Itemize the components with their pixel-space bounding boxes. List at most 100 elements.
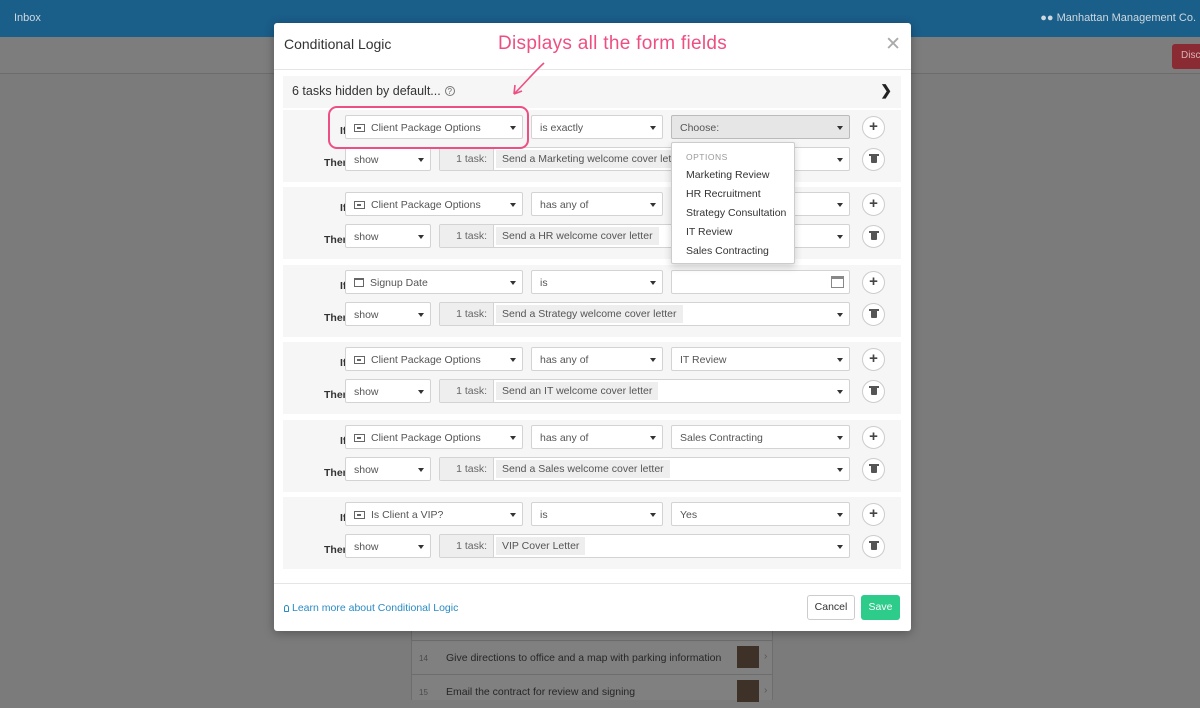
form-field-icon [354, 511, 365, 519]
add-condition-button[interactable]: + [862, 116, 885, 139]
dropdown-option[interactable]: Sales Contracting [686, 245, 769, 257]
chevron-right-icon: › [764, 685, 768, 696]
close-icon[interactable]: ✕ [885, 33, 901, 56]
add-condition-button[interactable]: + [862, 193, 885, 216]
rule-row: If Client Package Options has any of + Then s… [283, 187, 901, 259]
action-select[interactable]: show [345, 534, 431, 558]
dropdown-option[interactable]: HR Recruitment [686, 188, 761, 200]
task-tag: Send a HR welcome cover letter [496, 227, 659, 245]
divider [274, 583, 911, 584]
chevron-down-icon [650, 281, 656, 285]
chevron-down-icon [837, 313, 843, 317]
task-select[interactable]: 1 task: Send an IT welcome cover letter [439, 379, 850, 403]
chevron-down-icon [418, 468, 424, 472]
condition-value-select[interactable]: Sales Contracting [671, 425, 850, 449]
form-field-icon [354, 434, 365, 442]
avatar [737, 680, 759, 702]
operator-select[interactable]: has any of [531, 347, 663, 371]
list-item[interactable]: 14 Give directions to office and a map w… [412, 640, 772, 674]
form-field-icon [354, 356, 365, 364]
condition-value-select[interactable]: Yes [671, 502, 850, 526]
action-select[interactable]: show [345, 379, 431, 403]
rule-row: If Client Package Options has any of IT Rev… [283, 342, 901, 414]
operator-select[interactable]: has any of [531, 425, 663, 449]
help-icon[interactable]: ? [444, 86, 455, 96]
chevron-down-icon [510, 281, 516, 285]
operator-select[interactable]: is [531, 502, 663, 526]
operator-select[interactable]: is exactly [531, 115, 663, 139]
organization-name: Manhattan Management Co. [1056, 12, 1196, 24]
task-select[interactable]: 1 task: VIP Cover Letter [439, 534, 850, 558]
task-select[interactable]: 1 task: Send a Sales welcome cover letter [439, 457, 850, 481]
calendar-icon [831, 276, 844, 288]
save-button[interactable]: Save [861, 595, 900, 620]
action-select[interactable]: show [345, 302, 431, 326]
delete-rule-button[interactable] [862, 380, 885, 403]
chevron-down-icon [837, 126, 843, 130]
chevron-right-icon[interactable]: ❯ [880, 82, 892, 99]
chevron-down-icon [837, 468, 843, 472]
chevron-down-icon [510, 203, 516, 207]
dropdown-option[interactable]: Marketing Review [686, 169, 769, 181]
delete-rule-button[interactable] [862, 535, 885, 558]
task-tag: Send a Sales welcome cover letter [496, 460, 670, 478]
task-count: 1 task: [440, 148, 494, 170]
chevron-down-icon [650, 513, 656, 517]
corner-button[interactable]: Disc [1172, 44, 1200, 69]
rule-row: If Client Package Options has any of Sales … [283, 420, 901, 492]
add-condition-button[interactable]: + [862, 503, 885, 526]
row-number: 15 [419, 688, 428, 697]
task-tag: Send a Strategy welcome cover letter [496, 305, 683, 323]
action-select[interactable]: show [345, 457, 431, 481]
task-count: 1 task: [440, 225, 494, 247]
dropdown-option[interactable]: IT Review [686, 226, 733, 238]
field-select[interactable]: Client Package Options [345, 347, 523, 371]
cancel-button[interactable]: Cancel [807, 595, 855, 620]
condition-value-select[interactable]: Choose: [671, 115, 850, 139]
action-select[interactable]: show [345, 224, 431, 248]
list-item[interactable]: 15 Email the contract for review and sig… [412, 674, 772, 708]
delete-rule-button[interactable] [862, 303, 885, 326]
chevron-down-icon [650, 126, 656, 130]
task-count: 1 task: [440, 458, 494, 480]
action-select[interactable]: show [345, 147, 431, 171]
operator-select[interactable]: has any of [531, 192, 663, 216]
learn-more-link[interactable]: Learn more about Conditional Logic [284, 602, 458, 614]
dropdown-option[interactable]: Strategy Consultation [686, 207, 786, 219]
delete-rule-button[interactable] [862, 458, 885, 481]
delete-rule-button[interactable] [862, 148, 885, 171]
row-text: Email the contract for review and signin… [446, 686, 636, 698]
hidden-tasks-bar[interactable]: 6 tasks hidden by default...? ❯ [283, 76, 901, 108]
operator-select[interactable]: is [531, 270, 663, 294]
chevron-down-icon [650, 436, 656, 440]
field-select[interactable]: Client Package Options [345, 192, 523, 216]
calendar-icon [354, 278, 364, 287]
organization-menu[interactable]: ●● Manhattan Management Co. [1040, 12, 1196, 24]
rule-row: If Signup Date is + Then show 1 task: Send a St… [283, 265, 901, 337]
date-input[interactable] [671, 270, 850, 294]
task-select[interactable]: 1 task: Send a Strategy welcome cover let… [439, 302, 850, 326]
task-count: 1 task: [440, 380, 494, 402]
chevron-down-icon [418, 390, 424, 394]
chevron-down-icon [837, 436, 843, 440]
chevron-down-icon [837, 235, 843, 239]
chevron-down-icon [837, 390, 843, 394]
add-condition-button[interactable]: + [862, 348, 885, 371]
chevron-down-icon [837, 513, 843, 517]
add-condition-button[interactable]: + [862, 426, 885, 449]
inbox-nav[interactable]: Inbox [14, 12, 41, 24]
dropdown-header: OPTIONS [686, 152, 728, 162]
add-condition-button[interactable]: + [862, 271, 885, 294]
field-select[interactable]: Signup Date [345, 270, 523, 294]
divider [274, 69, 911, 70]
task-tag: Send an IT welcome cover letter [496, 382, 659, 400]
options-dropdown[interactable]: OPTIONS Marketing Review HR Recruitment … [671, 142, 795, 264]
condition-value-select[interactable]: IT Review [671, 347, 850, 371]
delete-rule-button[interactable] [862, 225, 885, 248]
annotation-highlight [328, 106, 529, 149]
modal-title: Conditional Logic [284, 36, 392, 52]
avatar [737, 646, 759, 668]
field-select[interactable]: Client Package Options [345, 425, 523, 449]
row-number: 14 [419, 654, 428, 663]
field-select[interactable]: Is Client a VIP? [345, 502, 523, 526]
